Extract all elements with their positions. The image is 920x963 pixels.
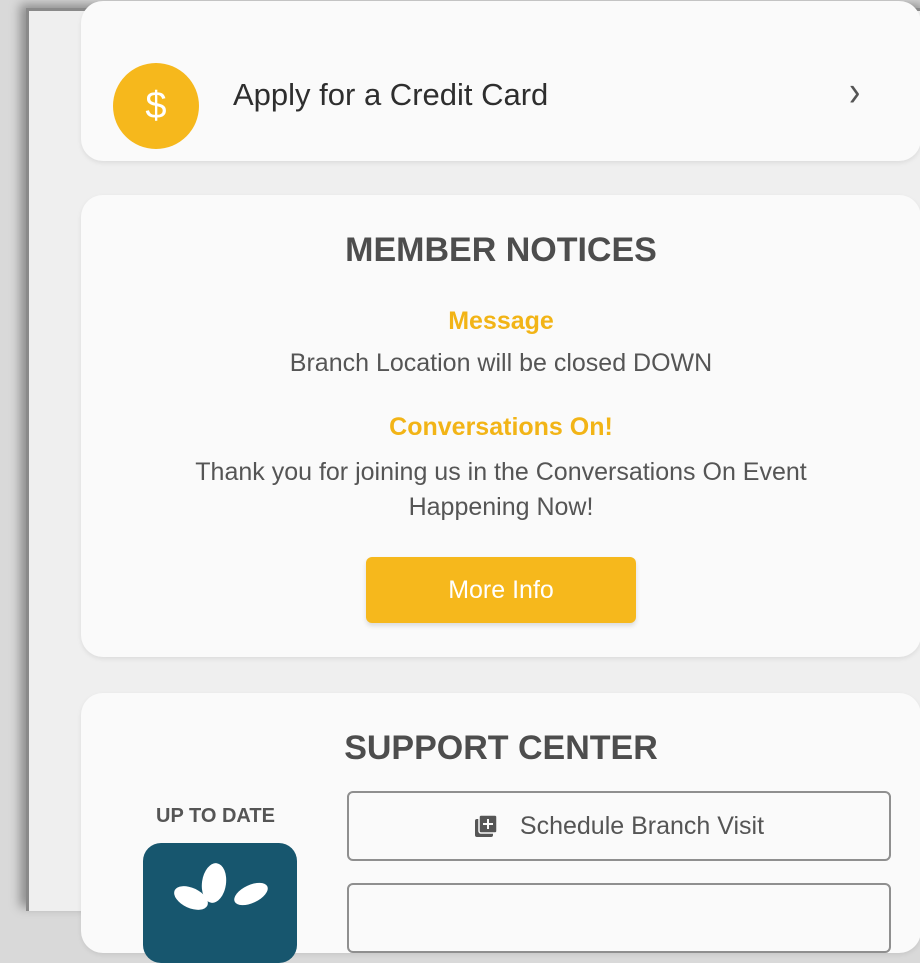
- chevron-right-icon[interactable]: ›: [849, 68, 860, 117]
- member-notices-card: MEMBER NOTICES Message Branch Location w…: [81, 195, 920, 657]
- support-center-card: SUPPORT CENTER UP TO DATE Schedule Branc…: [81, 693, 920, 963]
- support-button-2[interactable]: [347, 883, 891, 953]
- notice-text-message: Branch Location will be closed DOWN: [289, 349, 713, 377]
- apply-credit-card-label: Apply for a Credit Card: [233, 77, 549, 112]
- app-logo-tile[interactable]: [143, 843, 297, 963]
- app-frame: $ Apply for a Credit Card › MEMBER NOTIC…: [26, 1, 920, 963]
- dollar-icon: $: [113, 63, 199, 149]
- support-title: SUPPORT CENTER: [344, 729, 658, 767]
- apply-credit-card-row[interactable]: $ Apply for a Credit Card ›: [81, 1, 920, 161]
- logo-petal: [230, 878, 272, 910]
- notice-title-message: Message: [448, 307, 554, 335]
- schedule-branch-visit-button[interactable]: Schedule Branch Visit: [347, 791, 891, 861]
- add-calendar-icon: [474, 814, 498, 838]
- more-info-button[interactable]: More Info: [366, 557, 636, 623]
- notice-text-conversations: Thank you for joining us in the Conversa…: [195, 458, 807, 521]
- notice-title-conversations: Conversations On!: [389, 413, 613, 441]
- notices-title: MEMBER NOTICES: [345, 231, 657, 269]
- up-to-date-label: UP TO DATE: [156, 805, 275, 827]
- schedule-branch-visit-label: Schedule Branch Visit: [519, 811, 765, 840]
